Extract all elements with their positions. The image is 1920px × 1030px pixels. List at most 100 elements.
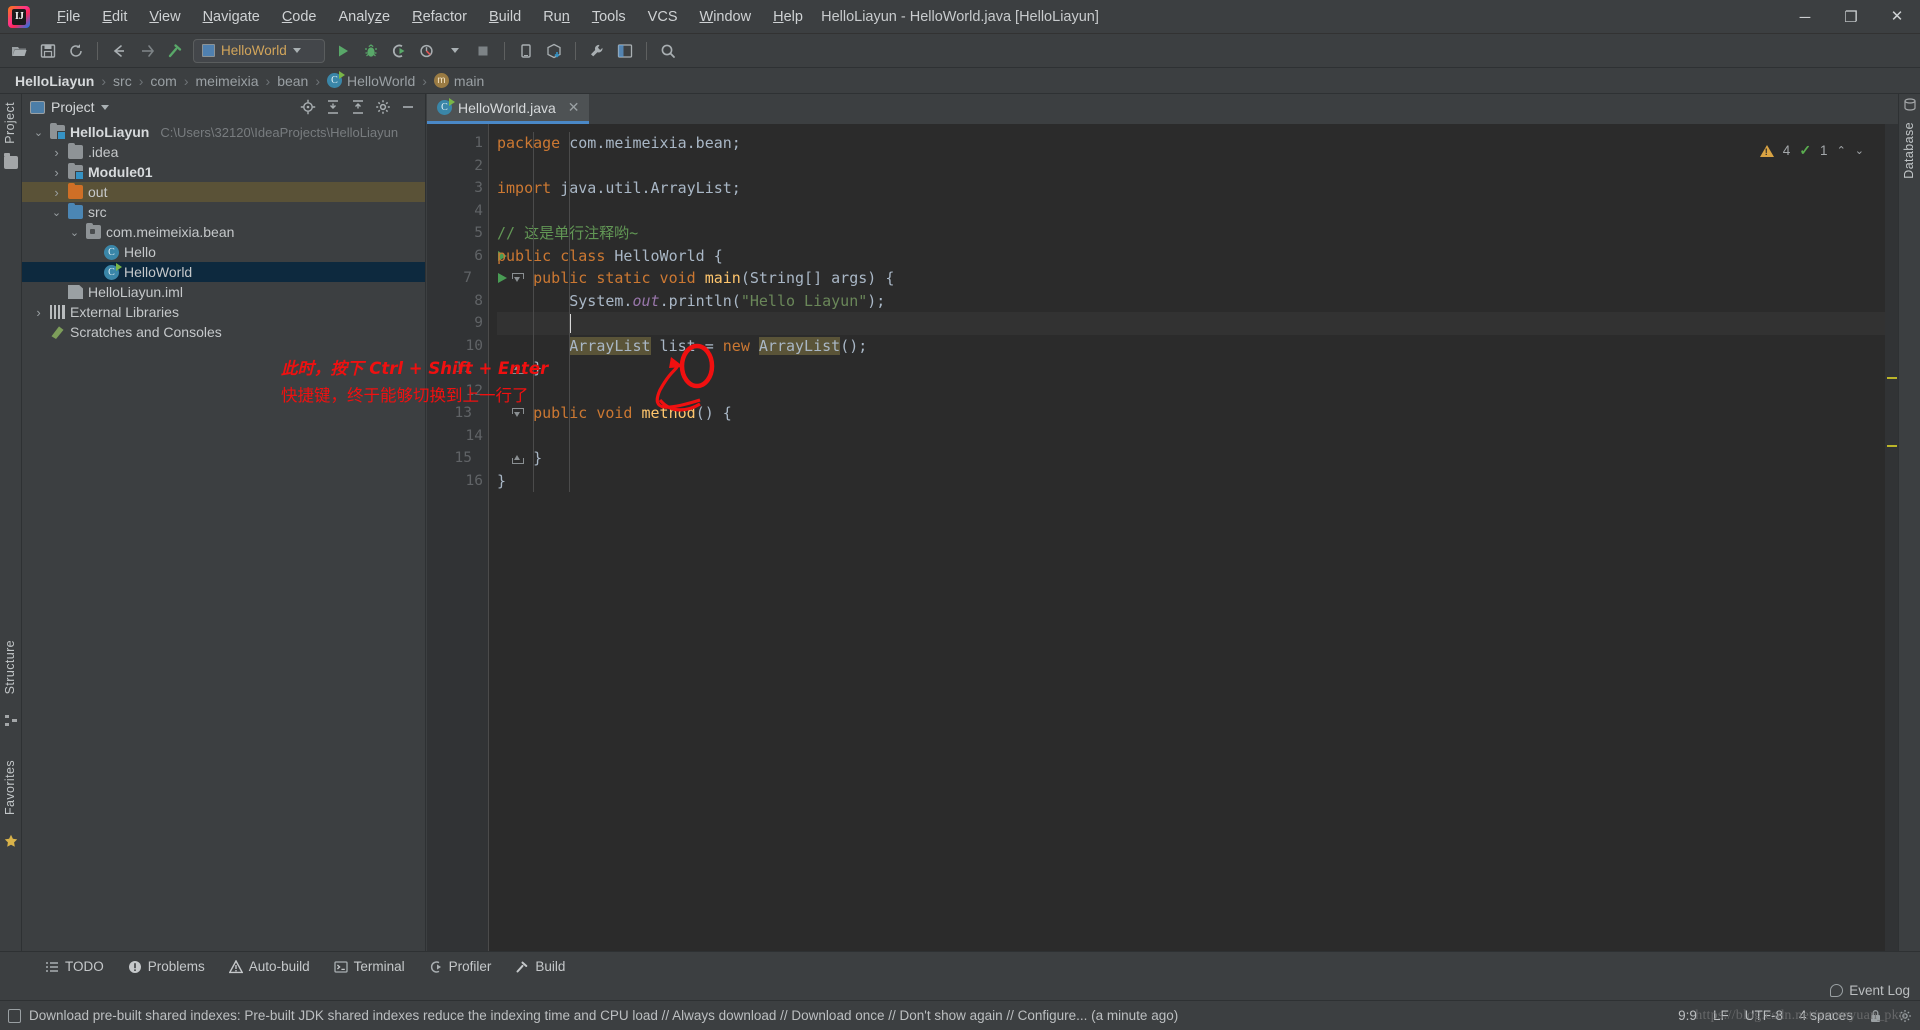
event-log-label[interactable]: Event Log [1849,983,1910,998]
chevron-down-icon[interactable] [100,104,109,110]
chevron-right-icon[interactable]: › [32,305,45,320]
read-only-lock-icon[interactable] [1869,1009,1882,1023]
indent-setting[interactable]: 4 spaces [1799,1008,1853,1023]
code-line-9[interactable] [497,312,1898,335]
save-all-icon[interactable] [35,38,61,64]
breadcrumb-item-helloliayun[interactable]: HelloLiayun [10,73,99,89]
search-everywhere-icon[interactable] [655,38,681,64]
project-tree[interactable]: ⌄ HelloLiayun C:\Users\32120\IdeaProjects\… [22,120,425,951]
chevron-right-icon[interactable]: › [50,145,63,160]
gutter-line-7[interactable]: 7 [427,267,524,290]
code-line-14[interactable] [497,425,1898,448]
menu-item-help[interactable]: Help [762,5,814,29]
event-log-widget[interactable]: Event Log [1830,981,1910,1000]
folder-icon[interactable] [4,153,18,169]
run-icon[interactable] [330,38,356,64]
menu-item-view[interactable]: View [138,5,191,29]
chevron-right-icon[interactable]: › [50,165,63,180]
code-line-3[interactable]: import java.util.ArrayList; [497,177,1898,200]
inspection-widget[interactable]: 4 ✓ 1 ⌃ ⌄ [1759,142,1864,159]
menu-item-build[interactable]: Build [478,5,532,29]
gutter-line-2[interactable]: 2 [427,155,489,178]
menu-item-file[interactable]: File [46,5,91,29]
gutter-line-11[interactable]: 11 [427,357,524,380]
chevron-up-icon[interactable]: ⌃ [1837,144,1846,157]
tool-window-terminal[interactable]: Terminal [323,956,416,977]
tree-node-out[interactable]: › out [22,182,425,202]
settings-gear-icon[interactable] [372,96,394,118]
tree-node-external-libraries[interactable]: › External Libraries [22,302,425,322]
code-line-16[interactable]: } [497,470,1898,493]
gutter-line-3[interactable]: 3 [427,177,489,200]
gutter-line-8[interactable]: 8 [427,290,489,313]
build-hammer-icon[interactable] [162,38,188,64]
code-line-10[interactable]: ArrayList list = new ArrayList(); [497,335,1898,358]
chevron-down-icon[interactable]: ⌄ [50,206,63,219]
status-notification-text[interactable]: Download pre-built shared indexes: Pre-b… [29,1008,1178,1023]
rail-favorites-label[interactable]: Favorites [0,754,21,821]
editor-tab-bar[interactable]: C HelloWorld.java ✕ [427,94,1898,124]
rail-structure-label[interactable]: Structure [0,634,21,700]
tool-window-bar[interactable]: TODO Problems Auto-build Terminal Profiler Bu… [0,951,1920,981]
back-icon[interactable] [106,38,132,64]
gutter-line-10[interactable]: 10 [427,335,489,358]
structure-icon[interactable] [4,714,18,727]
chevron-down-icon[interactable]: ⌄ [32,126,45,139]
right-tool-rail[interactable]: Database [1898,94,1920,951]
chevron-right-icon[interactable]: › [50,185,63,200]
sync-icon[interactable] [63,38,89,64]
settings-gear-icon[interactable] [1898,1009,1912,1023]
close-button[interactable]: ✕ [1874,0,1920,34]
main-toolbar[interactable]: HelloWorld [0,34,1920,68]
window-controls[interactable]: ─ ❐ ✕ [1782,0,1920,34]
menu-item-edit[interactable]: Edit [91,5,138,29]
menu-bar[interactable]: File Edit View Navigate Code Analyze Refactor B… [46,5,814,29]
run-coverage-icon[interactable] [386,38,412,64]
close-icon[interactable]: ✕ [568,99,580,116]
stop-icon[interactable] [470,38,496,64]
tree-node-hello[interactable]: C Hello [22,242,425,262]
tool-window-problems[interactable]: Problems [117,956,216,977]
breadcrumb-item-src[interactable]: src [108,73,137,89]
breadcrumb[interactable]: HelloLiayun › src › com › meimeixia › bean › C Hell… [0,68,1920,94]
editor-code[interactable]: package com.meimeixia.bean; import java.… [489,124,1898,951]
debug-icon[interactable] [358,38,384,64]
chevron-down-icon[interactable]: ⌄ [1855,144,1864,157]
menu-item-tools[interactable]: Tools [581,5,637,29]
file-encoding[interactable]: UTF-8 [1745,1008,1783,1023]
open-folder-icon[interactable] [7,38,33,64]
code-line-6[interactable]: public class HelloWorld { [497,245,1898,268]
code-line-7[interactable]: public static void main(String[] args) { [497,267,1898,290]
rail-project-label[interactable]: Project [0,96,21,150]
menu-item-code[interactable]: Code [271,5,328,29]
profile-icon[interactable] [414,38,440,64]
chevron-down-icon[interactable]: ⌄ [68,226,81,239]
gutter-line-9[interactable]: 9 [427,312,489,335]
forward-icon[interactable] [134,38,160,64]
breadcrumb-item-main[interactable]: m main [429,73,489,89]
editor-marker-strip[interactable] [1885,124,1898,951]
gutter-line-1[interactable]: 1 [427,132,489,155]
code-line-15[interactable]: } [497,447,1898,470]
hide-panel-icon[interactable] [397,96,419,118]
breadcrumb-item-bean[interactable]: bean [272,73,313,89]
status-right-group[interactable]: 9:9 LF UTF-8 4 spaces [1678,1008,1912,1023]
tool-window-todo[interactable]: TODO [34,956,115,977]
line-separator[interactable]: LF [1713,1008,1729,1023]
locate-icon[interactable] [297,96,319,118]
device-manager-icon[interactable] [513,38,539,64]
gutter-line-16[interactable]: 16 [427,470,489,493]
menu-item-run[interactable]: Run [532,5,581,29]
tree-node-src[interactable]: ⌄ src [22,202,425,222]
marker-warning[interactable] [1887,377,1897,379]
gutter-line-15[interactable]: 15 [427,447,524,470]
menu-item-vcs[interactable]: VCS [637,5,689,29]
marker-warning[interactable] [1887,445,1897,447]
breadcrumb-item-meimeixia[interactable]: meimeixia [191,73,264,89]
code-line-12[interactable] [497,380,1898,403]
tree-node--idea[interactable]: › .idea [22,142,425,162]
rail-database-label[interactable]: Database [1898,116,1920,185]
code-line-1[interactable]: package com.meimeixia.bean; [497,132,1898,155]
sdk-manager-icon[interactable] [541,38,567,64]
menu-item-refactor[interactable]: Refactor [401,5,478,29]
